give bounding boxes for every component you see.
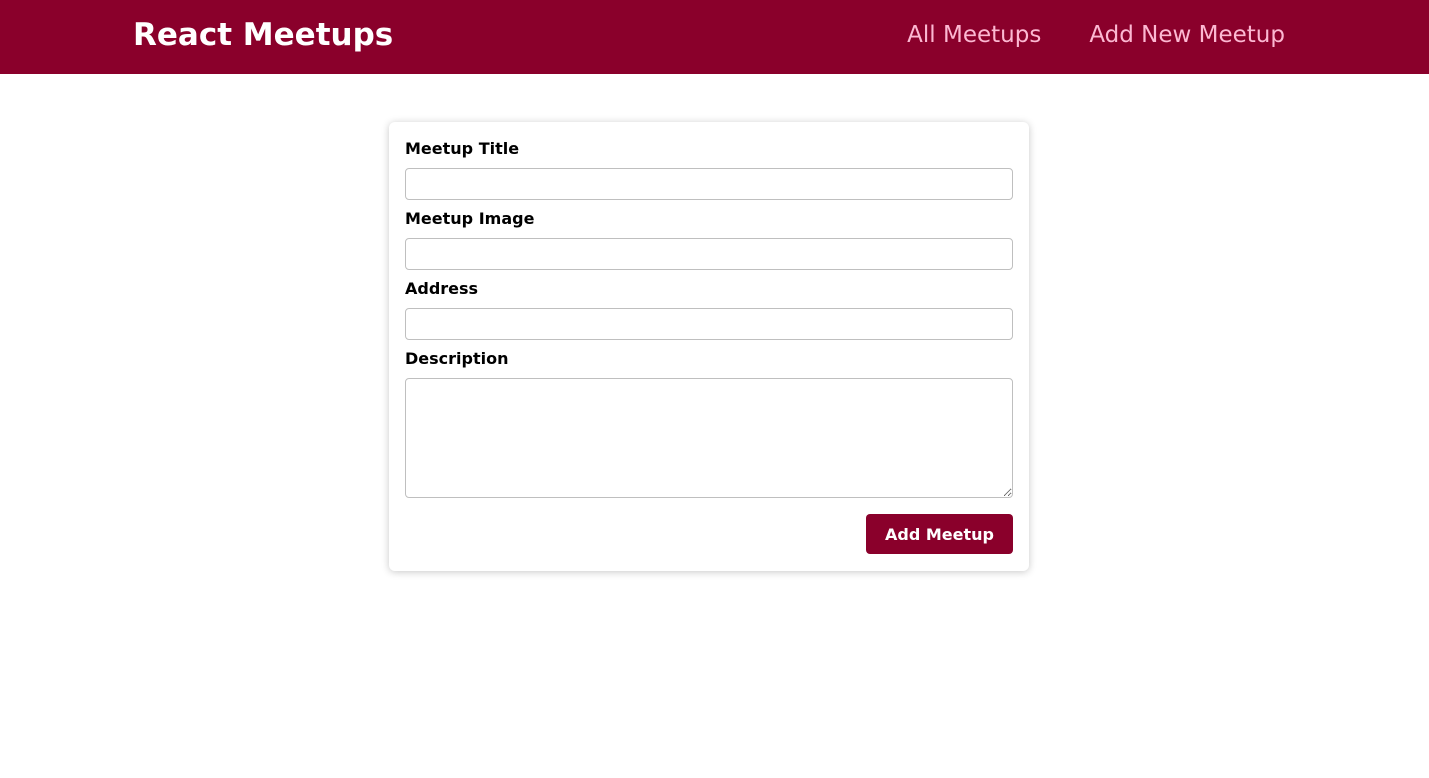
meetup-title-input[interactable] (405, 168, 1013, 200)
app-logo: React Meetups (133, 17, 394, 53)
description-textarea[interactable] (405, 378, 1013, 498)
nav-link-all-meetups[interactable]: All Meetups (907, 18, 1041, 52)
main-nav: All Meetups Add New Meetup (907, 18, 1285, 52)
meetup-image-input[interactable] (405, 238, 1013, 270)
new-meetup-form-card: Meetup Title Meetup Image Address Descri… (389, 122, 1029, 571)
meetup-image-label: Meetup Image (405, 209, 535, 228)
description-label: Description (405, 349, 509, 368)
top-header: React Meetups All Meetups Add New Meetup (0, 0, 1429, 74)
add-meetup-button[interactable]: Add Meetup (866, 514, 1013, 554)
address-input[interactable] (405, 308, 1013, 340)
address-label: Address (405, 279, 479, 298)
nav-link-add-new-meetup[interactable]: Add New Meetup (1089, 18, 1285, 52)
meetup-title-label: Meetup Title (405, 139, 520, 158)
